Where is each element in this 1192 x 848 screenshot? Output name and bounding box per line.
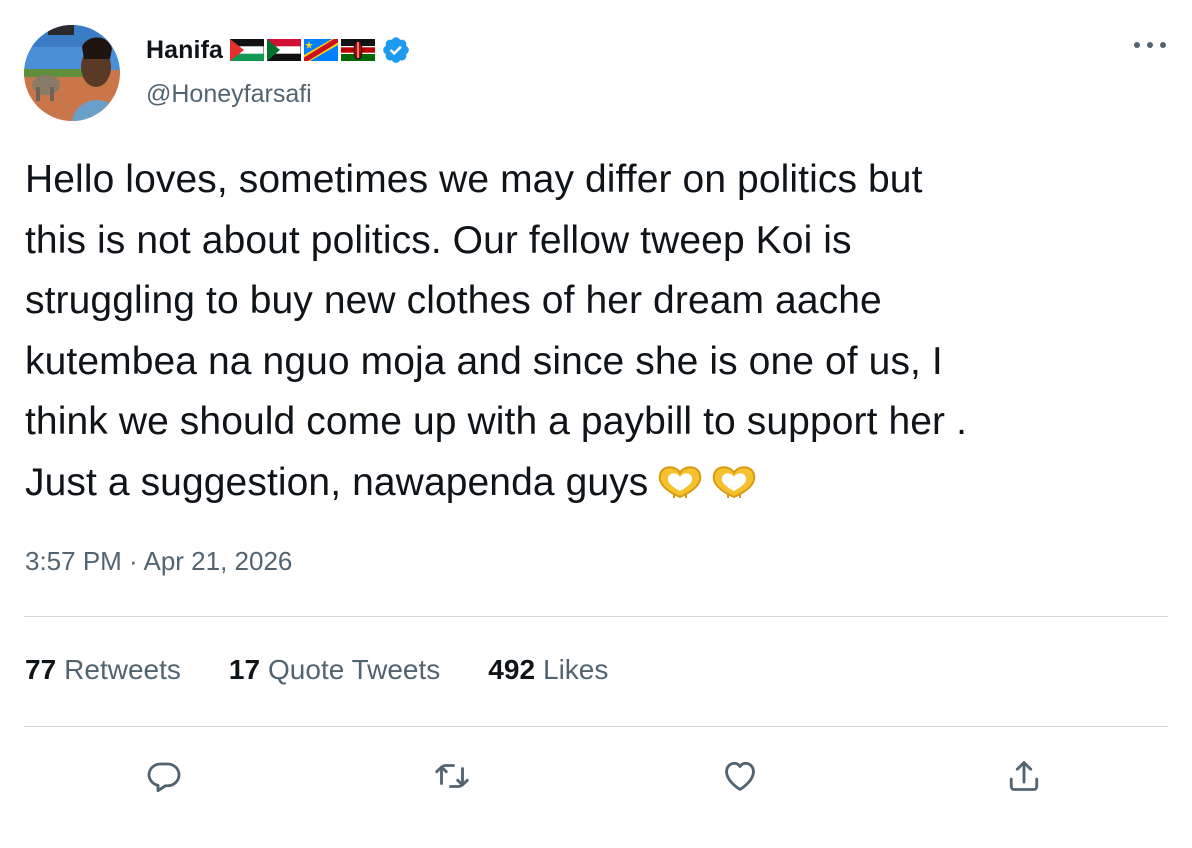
reply-icon bbox=[147, 762, 181, 793]
tweet-timestamp[interactable]: 3:57 PM · Apr 21, 2026 bbox=[25, 546, 292, 577]
retweets-label: Retweets bbox=[64, 654, 181, 685]
like-icon bbox=[725, 761, 755, 791]
retweet-icon bbox=[435, 764, 469, 788]
author-display-name[interactable]: Hanifa bbox=[146, 36, 223, 65]
likes-label: Likes bbox=[543, 654, 609, 685]
more-icon bbox=[1134, 42, 1166, 48]
author-handle[interactable]: @Honeyfarsafi bbox=[146, 80, 312, 109]
flag-palestine-icon bbox=[230, 39, 265, 61]
heart-hands-emoji-icon bbox=[713, 465, 756, 498]
flag-kenya-icon bbox=[341, 39, 376, 61]
tweet-body: Hello loves, sometimes we may differ on … bbox=[25, 158, 968, 504]
share-button[interactable] bbox=[1002, 754, 1046, 798]
divider bbox=[24, 726, 1168, 727]
quote-tweets-label: Quote Tweets bbox=[268, 654, 441, 685]
avatar[interactable] bbox=[24, 25, 120, 121]
tweet-text: Hello loves, sometimes we may differ on … bbox=[25, 150, 1165, 513]
likes-stat[interactable]: 492 Likes bbox=[488, 654, 608, 686]
likes-count: 492 bbox=[488, 654, 536, 685]
retweets-stat[interactable]: 77 Retweets bbox=[25, 654, 181, 686]
quote-tweets-stat[interactable]: 17 Quote Tweets bbox=[229, 654, 440, 686]
reply-button[interactable] bbox=[142, 754, 186, 798]
tweet: Hanifa @Honeyfarsafi Hello loves, someti… bbox=[0, 0, 1192, 848]
tweet-stats: 77 Retweets 17 Quote Tweets 492 Likes bbox=[25, 654, 608, 686]
author-flags bbox=[230, 39, 376, 61]
verified-badge-icon bbox=[383, 37, 409, 63]
retweets-count: 77 bbox=[25, 654, 57, 685]
heart-hands-emoji-icon bbox=[659, 465, 702, 498]
more-options-button[interactable] bbox=[1130, 30, 1170, 60]
avatar-photo bbox=[24, 25, 120, 121]
quote-tweets-count: 17 bbox=[228, 654, 261, 685]
share-icon bbox=[1009, 761, 1039, 791]
like-button[interactable] bbox=[718, 754, 762, 798]
retweet-button[interactable] bbox=[430, 754, 474, 798]
divider bbox=[24, 616, 1168, 617]
flag-sudan-icon bbox=[267, 39, 302, 61]
author-name-row: Hanifa bbox=[146, 33, 411, 67]
flag-dr-congo-icon bbox=[304, 39, 339, 61]
